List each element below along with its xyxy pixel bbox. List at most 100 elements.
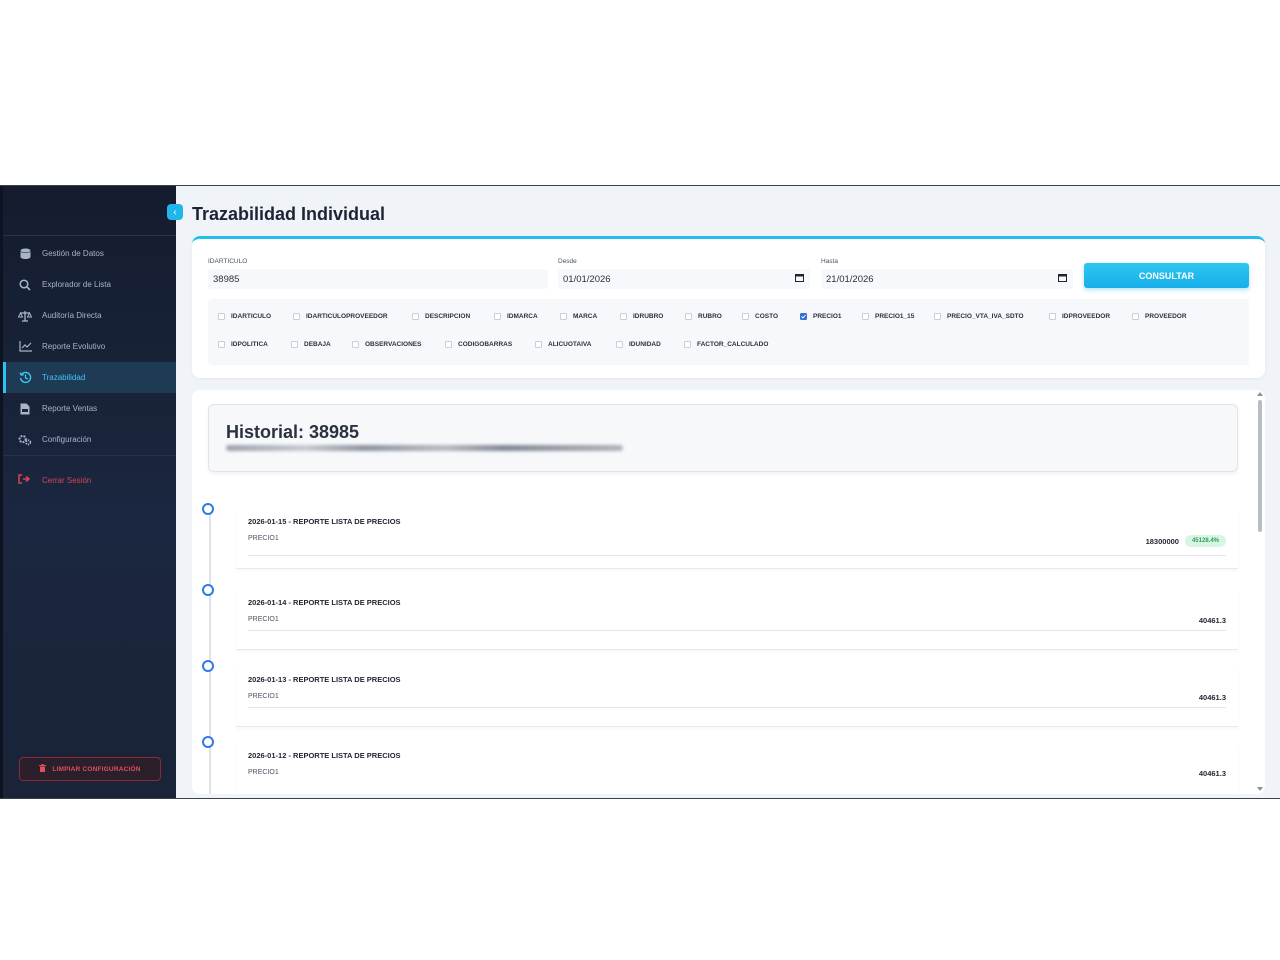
calendar-icon[interactable] xyxy=(795,273,804,285)
history-panel: Historial: 38985 2026-01-15 - REPORTE LI… xyxy=(192,390,1265,794)
column-checkbox-descripcion[interactable]: DESCRIPCION xyxy=(412,313,470,320)
chevron-left-icon: ‹ xyxy=(173,206,177,218)
sidebar-item-label: Reporte Evolutivo xyxy=(42,342,106,351)
column-checkbox-idrubro[interactable]: IDRUBRO xyxy=(620,313,663,320)
column-checkbox-label: IDPOLITICA xyxy=(231,341,268,348)
column-checkbox-precio1-15[interactable]: PRECIO1_15 xyxy=(862,313,914,320)
filters-panel: IDARTICULO 38985 Desde 01/01/2026 Hasta … xyxy=(192,236,1265,378)
checkbox-icon[interactable] xyxy=(685,313,692,320)
checkbox-icon[interactable] xyxy=(684,341,691,348)
column-checkbox-label: MARCA xyxy=(573,313,598,320)
column-checkbox-idmarca[interactable]: IDMARCA xyxy=(494,313,538,320)
column-checkbox-proveedor[interactable]: PROVEEDOR xyxy=(1132,313,1187,320)
checkbox-icon[interactable] xyxy=(218,341,225,348)
page-title: Trazabilidad Individual xyxy=(192,204,386,224)
calendar-icon[interactable] xyxy=(1058,273,1067,285)
sidebar-item-trazabilidad[interactable]: Trazabilidad xyxy=(3,362,176,393)
hasta-date-input[interactable]: 21/01/2026 xyxy=(821,269,1073,289)
checkbox-icon[interactable] xyxy=(620,313,627,320)
sidebar-item-reporte-evolutivo[interactable]: Reporte Evolutivo xyxy=(3,331,176,362)
checkbox-icon[interactable] xyxy=(535,341,542,348)
column-checkbox-label: PRECIO_VTA_IVA_SDTO xyxy=(947,313,1024,320)
timeline-dot xyxy=(202,584,214,596)
column-checkbox-marca[interactable]: MARCA xyxy=(560,313,597,320)
sidebar-item-label: Explorador de Lista xyxy=(42,280,111,289)
sidebar-item-explorador-lista[interactable]: Explorador de Lista xyxy=(3,269,176,300)
entry-value: 18300000 xyxy=(1145,536,1179,546)
column-checkbox-rubro[interactable]: RUBRO xyxy=(685,313,722,320)
blurred-description xyxy=(226,445,623,451)
column-checkbox-label: COSTO xyxy=(755,313,778,320)
timeline-dot xyxy=(202,736,214,748)
checkbox-icon[interactable] xyxy=(742,313,749,320)
column-checkbox-idarticulo[interactable]: IDARTICULO xyxy=(218,313,271,320)
entry-value: 40461.3 xyxy=(1198,769,1226,778)
timeline-entry: 2026-01-13 - REPORTE LISTA DE PRECIOS PR… xyxy=(202,660,1238,727)
sidebar-nav: Gestión de Datos Explorador de Lista Aud… xyxy=(3,236,176,456)
column-checkbox-idunidad[interactable]: IDUNIDAD xyxy=(616,341,661,348)
checkbox-icon[interactable] xyxy=(560,313,567,320)
checkbox-checked-icon[interactable] xyxy=(800,313,807,320)
column-checkbox-codigobarras[interactable]: CODIGOBARRAS xyxy=(445,341,512,348)
column-checkbox-label: PRECIO1 xyxy=(813,313,842,320)
sidebar-item-configuracion[interactable]: Configuración xyxy=(3,424,176,455)
column-checkbox-label: FACTOR_CALCULADO xyxy=(697,341,769,348)
entry-field: PRECIO1 xyxy=(248,616,279,623)
checkbox-icon[interactable] xyxy=(1049,313,1056,320)
idarticulo-input[interactable]: 38985 xyxy=(208,269,548,289)
scroll-up-icon[interactable] xyxy=(1257,392,1263,396)
history-header-card: Historial: 38985 xyxy=(208,404,1238,472)
checkbox-icon[interactable] xyxy=(352,341,359,348)
column-checkbox-observaciones[interactable]: OBSERVACIONES xyxy=(352,341,421,348)
column-checkbox-label: IDMARCA xyxy=(507,313,538,320)
checkbox-icon[interactable] xyxy=(1132,313,1139,320)
column-checkbox-factor-calculado[interactable]: FACTOR_CALCULADO xyxy=(684,341,768,348)
column-checkbox-label: ALICUOTAIVA xyxy=(548,341,592,348)
consultar-button[interactable]: CONSULTAR xyxy=(1084,263,1249,288)
sidebar-item-auditoria-directa[interactable]: Auditoría Directa xyxy=(3,300,176,331)
entry-value-group: 18300000 45128.4% xyxy=(1146,535,1226,547)
column-checkbox-alicuotaiva[interactable]: ALICUOTAIVA xyxy=(535,341,591,348)
column-checkbox-idarticuloproveedor[interactable]: IDARTICULOPROVEEDOR xyxy=(293,313,388,320)
entry-value: 40461.3 xyxy=(1198,616,1226,625)
logout-button[interactable]: Cerrar Sesión xyxy=(3,470,176,490)
column-checkbox-idproveedor[interactable]: IDPROVEEDOR xyxy=(1049,313,1110,320)
sidebar-toggle-button[interactable]: ‹ xyxy=(167,204,183,220)
scroll-thumb[interactable] xyxy=(1258,400,1262,532)
column-checkbox-costo[interactable]: COSTO xyxy=(742,313,778,320)
column-checkbox-label: IDRUBRO xyxy=(633,313,664,320)
checkbox-icon[interactable] xyxy=(218,313,225,320)
timeline-dot xyxy=(202,503,214,515)
sidebar-item-reporte-ventas[interactable]: Reporte Ventas xyxy=(3,393,176,424)
sidebar-item-gestion-datos[interactable]: Gestión de Datos xyxy=(3,238,176,269)
checkbox-icon[interactable] xyxy=(291,341,298,348)
column-checkbox-idpolitica[interactable]: IDPOLITICA xyxy=(218,341,268,348)
sidebar-item-label: Trazabilidad xyxy=(42,373,86,382)
sidebar-item-label: Configuración xyxy=(42,435,92,444)
column-checkbox-precio-vta-iva-sdto[interactable]: PRECIO_VTA_IVA_SDTO xyxy=(934,313,1024,320)
clear-config-label: LIMPIAR CONFIGURACIÓN xyxy=(52,765,141,773)
divider xyxy=(248,555,1226,556)
scroll-down-icon[interactable] xyxy=(1257,787,1263,791)
scrollbar[interactable] xyxy=(1255,390,1265,794)
checkbox-icon[interactable] xyxy=(494,313,501,320)
sidebar-item-label: Auditoría Directa xyxy=(42,311,102,320)
entry-field: PRECIO1 xyxy=(248,535,279,542)
database-icon xyxy=(18,247,32,261)
column-checkbox-precio1[interactable]: PRECIO1 xyxy=(800,313,842,320)
checkbox-icon[interactable] xyxy=(412,313,419,320)
checkbox-icon[interactable] xyxy=(293,313,300,320)
column-checkbox-debaja[interactable]: DEBAJA xyxy=(291,341,331,348)
clear-config-button[interactable]: LIMPIAR CONFIGURACIÓN xyxy=(19,757,161,781)
checkbox-icon[interactable] xyxy=(934,313,941,320)
checkbox-icon[interactable] xyxy=(445,341,452,348)
column-checkbox-label: IDPROVEEDOR xyxy=(1062,313,1111,320)
checkbox-icon[interactable] xyxy=(616,341,623,348)
timeline-entry: 2026-01-12 - REPORTE LISTA DE PRECIOS PR… xyxy=(202,736,1238,794)
desde-date-input[interactable]: 01/01/2026 xyxy=(558,269,810,289)
checkbox-icon[interactable] xyxy=(862,313,869,320)
sidebar-item-label: Reporte Ventas xyxy=(42,404,98,413)
entry-title: 2026-01-13 - REPORTE LISTA DE PRECIOS xyxy=(248,675,401,684)
idarticulo-value: 38985 xyxy=(213,273,240,285)
divider xyxy=(248,707,1226,708)
